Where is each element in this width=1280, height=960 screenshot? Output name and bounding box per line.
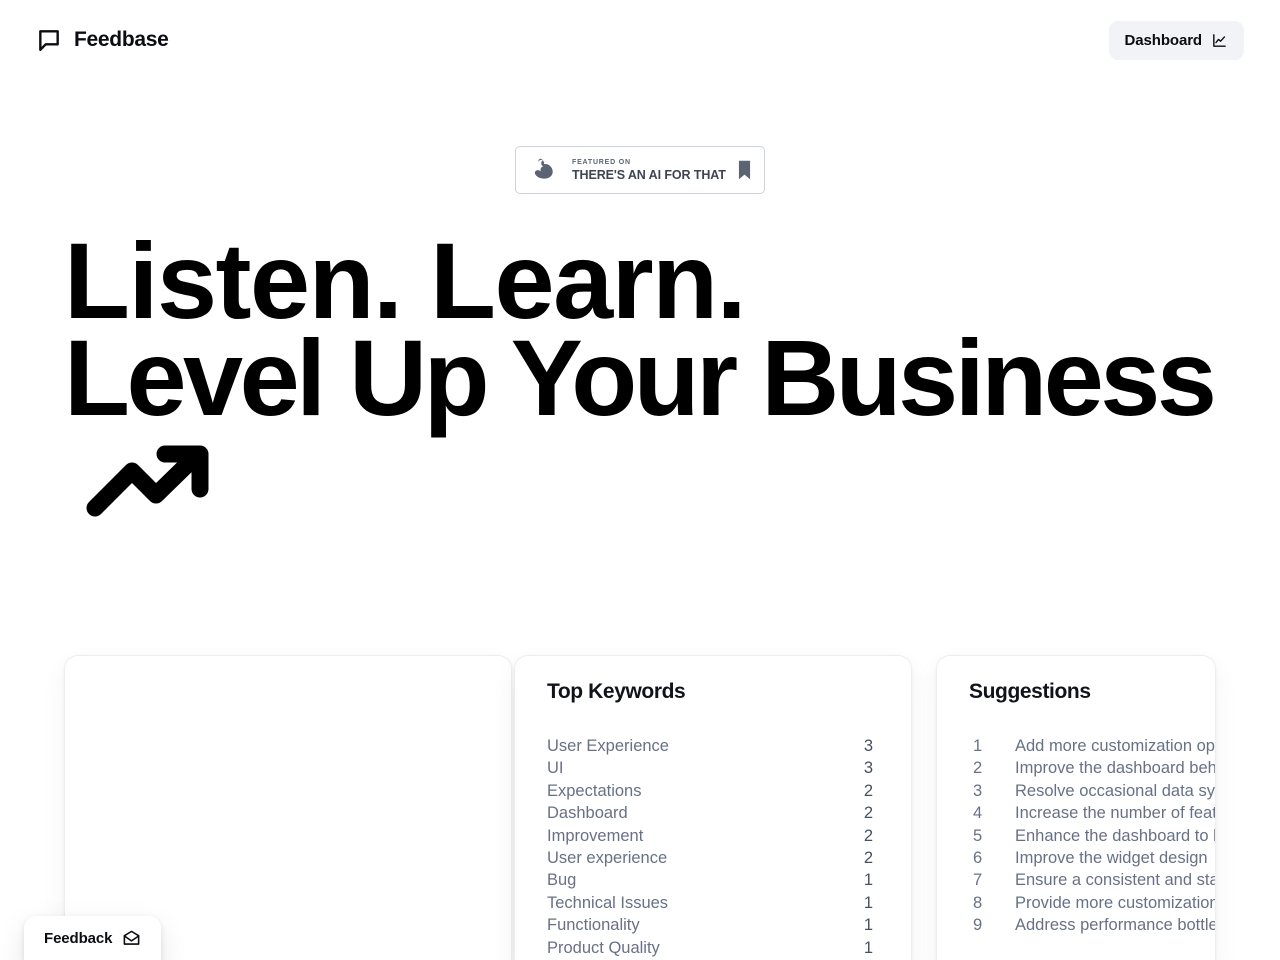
keyword-count: 3 [863,759,873,778]
suggestion-number: 4 [973,804,983,823]
list-item: Technical Issues 1 [547,892,873,914]
suggestion-number: 7 [973,871,983,890]
suggestions-title: Suggestions [969,680,1091,703]
suggestion-text: Improve the dashboard behavior [1015,759,1216,778]
featured-badge-text: FEATURED ON THERE'S AN AI FOR THAT [572,159,726,182]
trending-up-arrow-icon [86,444,212,518]
list-item: Bug 1 [547,869,873,891]
list-item: 3 Resolve occasional data sync issues [973,780,1215,802]
keyword-count: 1 [863,916,873,935]
keyword-label: Bug [547,871,577,890]
top-keywords-list: User Experience 3 UI 3 Expectations 2 Da… [515,704,911,959]
suggestion-text: Resolve occasional data sync issues [1015,781,1215,800]
keyword-label: User experience [547,849,668,868]
keyword-label: UI [547,759,564,778]
keyword-count: 1 [863,893,873,912]
bookmark-icon [738,159,751,181]
suggestion-text: Add more customization options [1015,737,1215,755]
list-item: User Experience 3 [547,735,873,757]
preview-card-blank[interactable] [64,655,512,960]
suggestions-list: 1 Add more customization options 2 Impro… [937,704,1216,937]
suggestion-number: 3 [973,781,983,800]
suggestion-text: Enhance the dashboard to be faster [1015,826,1215,845]
keyword-label: Dashboard [547,804,628,823]
suggestion-text: Address performance bottlenecks [1015,916,1215,935]
suggestion-text: Increase the number of features [1015,804,1216,823]
feedback-widget-button[interactable]: Feedback [24,916,162,960]
list-item: Functionality 1 [547,914,873,936]
keyword-label: Expectations [547,781,642,800]
list-item: 9 Address performance bottlenecks [973,914,1215,936]
flexed-bicep-icon [530,155,560,185]
featured-badge-title: THERE'S AN AI FOR THAT [572,167,726,182]
featured-badge-kicker: FEATURED ON [572,158,631,166]
suggestion-number: 9 [973,916,983,935]
page-title: Listen. Learn. Level Up Your Business [64,220,1244,439]
list-item: 7 Ensure a consistent and stable UI [973,869,1215,891]
hero-headline-line-2: Level Up Your Business [64,317,1217,439]
suggestion-number: 1 [973,737,983,755]
list-item: Expectations 2 [547,780,873,802]
keyword-count: 1 [863,871,873,890]
suggestion-number: 2 [973,759,983,778]
list-item: Dashboard 2 [547,802,873,824]
featured-badge-container: FEATURED ON THERE'S AN AI FOR THAT [0,146,1280,194]
list-item: 2 Improve the dashboard behavior [973,757,1216,779]
dashboard-preview-cards: Top Keywords User Experience 3 UI 3 Expe… [0,655,1280,960]
list-item: Improvement 2 [547,825,873,847]
suggestion-text: Ensure a consistent and stable UI [1015,871,1215,890]
page-header: Feedbase Dashboard [0,0,1280,80]
brand-name: Feedbase [74,28,169,51]
keyword-label: Technical Issues [547,893,669,912]
list-item: User experience 2 [547,847,873,869]
keyword-label: User Experience [547,737,669,755]
suggestions-card[interactable]: Suggestions 1 Add more customization opt… [936,655,1216,960]
feedback-widget-label: Feedback [44,930,113,947]
speech-bubble-icon [36,27,62,53]
suggestion-number: 6 [973,849,983,868]
keyword-count: 3 [863,737,873,755]
list-item: 4 Increase the number of features [973,802,1216,824]
keyword-count: 2 [863,804,873,823]
suggestion-number: 5 [973,826,983,845]
suggestion-number: 8 [973,893,983,912]
envelope-icon [122,929,141,948]
list-item: 5 Enhance the dashboard to be faster [973,825,1215,847]
keyword-count: 1 [863,938,873,957]
keyword-count: 2 [863,849,873,868]
top-keywords-card[interactable]: Top Keywords User Experience 3 UI 3 Expe… [514,655,912,960]
keyword-count: 2 [863,781,873,800]
suggestion-text: Provide more customization settings [1015,893,1216,912]
keyword-label: Improvement [547,826,644,845]
line-chart-icon [1211,32,1228,49]
featured-on-badge[interactable]: FEATURED ON THERE'S AN AI FOR THAT [515,146,765,194]
list-item: 6 Improve the widget design [973,847,1215,869]
list-item: 1 Add more customization options [973,735,1215,757]
hero-headline-line-1: Listen. Learn. [64,220,747,341]
suggestion-text: Improve the widget design [1015,849,1208,868]
list-item: Product Quality 1 [547,937,873,959]
keyword-label: Product Quality [547,938,660,957]
dashboard-button[interactable]: Dashboard [1108,20,1244,60]
top-keywords-title: Top Keywords [547,680,686,703]
brand-logo[interactable]: Feedbase [36,27,169,53]
keyword-count: 2 [863,826,873,845]
hero-section: Listen. Learn. Level Up Your Business [64,220,1244,518]
keyword-label: Functionality [547,916,640,935]
list-item: UI 3 [547,757,873,779]
list-item: 8 Provide more customization settings [973,892,1216,914]
dashboard-button-label: Dashboard [1124,31,1203,49]
